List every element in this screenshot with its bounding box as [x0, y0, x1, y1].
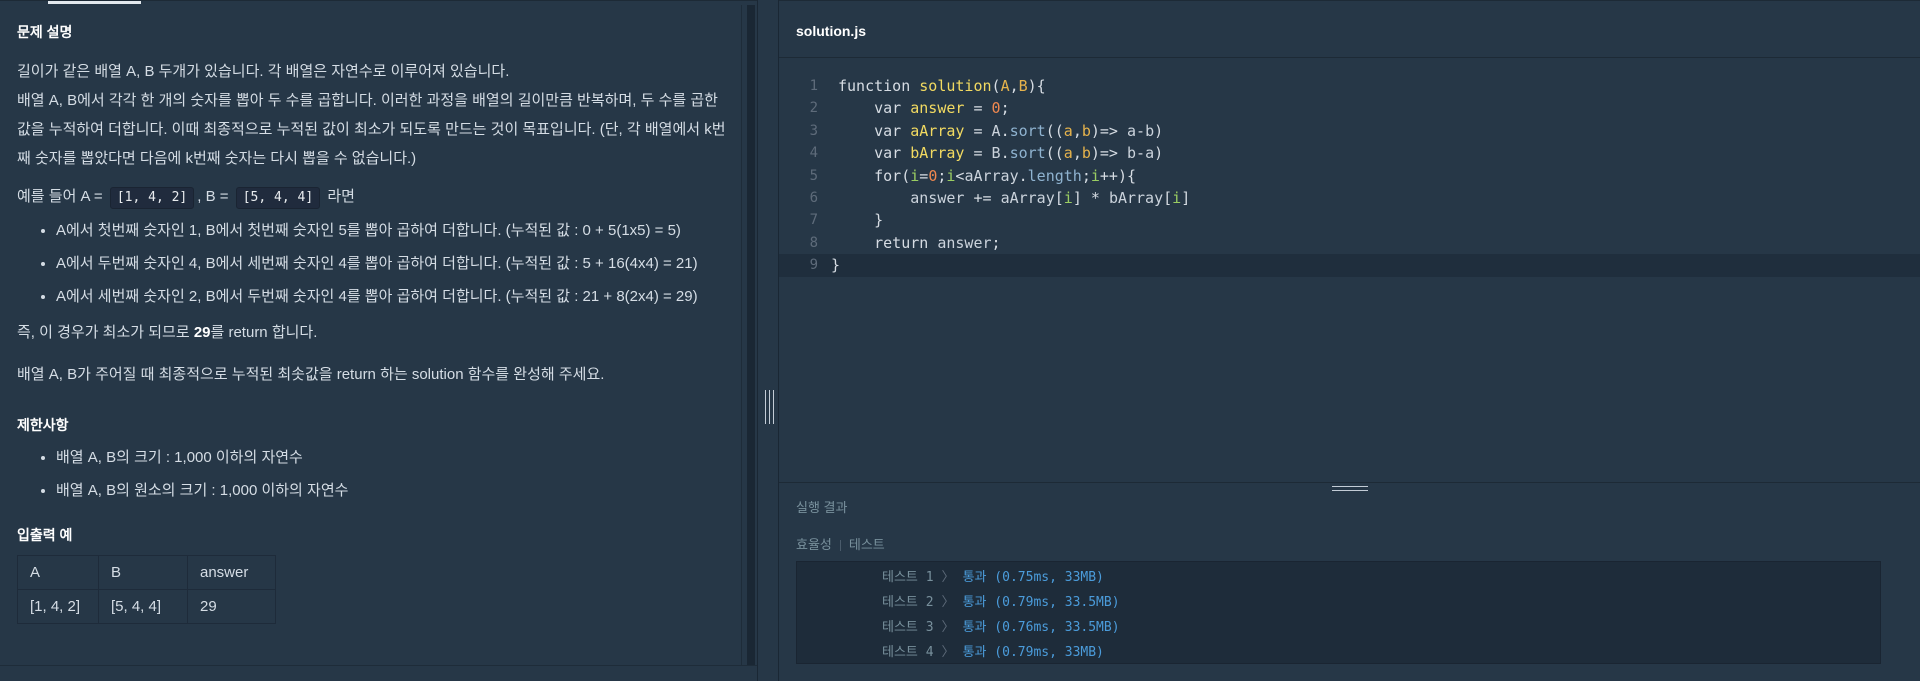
test-result-row: 테스트 1 〉 통과 (0.75ms, 33MB) [797, 565, 1880, 590]
test-name: 테스트 1 [882, 570, 934, 585]
conclusion-answer: 29 [193, 324, 211, 341]
example-prefix: 예를 들어 A = [17, 188, 107, 205]
code-line-active[interactable]: 9} [779, 254, 1920, 277]
example-middle: , B = [197, 188, 233, 205]
test-name: 테스트 2 [882, 595, 934, 610]
test-status: 통과 (0.79ms, 33.5MB) [962, 595, 1120, 610]
table-header-cell: B [98, 555, 188, 590]
task-paragraph: 배열 A, B가 주어질 때 최종적으로 누적된 최솟값을 return 하는 … [17, 366, 605, 383]
example-suffix: 라면 [323, 188, 355, 205]
constraints-list: 배열 A, B의 크기 : 1,000 이하의 자연수 배열 A, B의 원소의… [17, 445, 733, 504]
list-item: 배열 A, B의 크기 : 1,000 이하의 자연수 [56, 445, 733, 471]
example-line: 예를 들어 A = [1, 4, 2], B = [5, 4, 4] 라면 [17, 186, 733, 209]
line-number: 1 [809, 78, 818, 94]
code-text[interactable]: } [838, 209, 883, 231]
vertical-scrollbar-thumb[interactable] [747, 5, 755, 665]
file-header: solution.js [779, 0, 1920, 58]
table-row: [1, 4, 2] [5, 4, 4] 29 [17, 589, 276, 624]
test-name: 테스트 3 [882, 620, 934, 635]
file-name: solution.js [796, 23, 866, 39]
section-title-description: 문제 설명 [17, 24, 73, 40]
conclusion-suffix: 를 return 합니다. [210, 324, 318, 341]
problem-description-pane: 문제 설명 길이가 같은 배열 A, B 두개가 있습니다. 각 배열은 자연수… [0, 0, 757, 681]
active-tab-indicator [48, 1, 141, 4]
app-root: 문제 설명 길이가 같은 배열 A, B 두개가 있습니다. 각 배열은 자연수… [0, 0, 1920, 681]
code-line[interactable]: 3 var aArray = A.sort((a,b)=> a-b) [779, 120, 1920, 142]
code-line[interactable]: 8 return answer; [779, 232, 1920, 254]
test-status: 통과 (0.75ms, 33MB) [962, 570, 1104, 585]
code-line[interactable]: 4 var bArray = B.sort((a,b)=> b-a) [779, 142, 1920, 164]
table-header-cell: answer [187, 555, 276, 590]
tab-separator [839, 540, 841, 552]
conclusion-prefix: 즉, 이 경우가 최소가 되므로 [17, 324, 194, 341]
code-editor[interactable]: 1 function solution(A,B){ 2 var answer = … [779, 58, 1920, 482]
line-number: 9 [809, 257, 818, 274]
example-steps-list: A에서 첫번째 숫자인 1, B에서 첫번째 숫자인 5를 뽑아 곱하여 더합니… [17, 218, 733, 310]
code-line[interactable]: 6 answer += aArray[i] * bArray[i] [779, 187, 1920, 209]
code-line[interactable]: 2 var answer = 0; [779, 97, 1920, 119]
table-cell: [1, 4, 2] [17, 589, 99, 624]
code-line[interactable]: 5 for(i=0;i<aArray.length;i++){ [779, 165, 1920, 187]
section-title-constraints: 제한사항 [17, 417, 69, 433]
test-result-row: 테스트 4 〉 통과 (0.79ms, 33MB) [797, 640, 1880, 665]
code-text[interactable]: function solution(A,B){ [838, 75, 1046, 97]
pane-split-divider[interactable] [757, 0, 779, 681]
result-separator-icon: 〉 [941, 620, 955, 635]
list-item: A에서 세번째 숫자인 2, B에서 두번째 숫자인 4를 뽑아 곱하여 더합니… [56, 284, 733, 310]
table-header-row: A B answer [17, 555, 276, 590]
editor-pane: solution.js 1 function solution(A,B){ 2 v… [779, 0, 1920, 681]
test-results-box: 테스트 1 〉 통과 (0.75ms, 33MB) 테스트 2 〉 통과 (0.79ms… [796, 561, 1881, 664]
code-text[interactable]: } [831, 254, 840, 276]
line-number: 8 [809, 234, 818, 251]
line-number: 5 [809, 167, 818, 184]
problem-description-scroll[interactable]: 문제 설명 길이가 같은 배열 A, B 두개가 있습니다. 각 배열은 자연수… [0, 5, 757, 665]
line-number: 7 [809, 212, 818, 229]
result-separator-icon: 〉 [941, 595, 955, 610]
list-item: A에서 첫번째 숫자인 1, B에서 첫번째 숫자인 5를 뽑아 곱하여 더합니… [56, 218, 733, 244]
horizontal-scrollbar[interactable] [0, 665, 757, 681]
code-text[interactable]: return answer; [838, 232, 1000, 254]
test-status: 통과 (0.76ms, 33.5MB) [962, 620, 1120, 635]
code-line[interactable]: 7 } [779, 209, 1920, 231]
code-text[interactable]: var aArray = A.sort((a,b)=> a-b) [838, 120, 1163, 142]
code-text[interactable]: for(i=0;i<aArray.length;i++){ [838, 165, 1136, 187]
result-panel: 실행 결과 효율성 테스트 테스트 1 〉 통과 (0.75ms, 33MB) 테스트… [779, 492, 1920, 681]
result-separator-icon: 〉 [941, 570, 955, 585]
line-number: 4 [809, 145, 818, 162]
code-line[interactable]: 1 function solution(A,B){ [779, 75, 1920, 97]
code-text[interactable]: answer += aArray[i] * bArray[i] [838, 187, 1190, 209]
tab-test[interactable]: 테스트 [849, 537, 885, 552]
list-item: A에서 두번째 숫자인 4, B에서 세번째 숫자인 4를 뽑아 곱하여 더합니… [56, 251, 733, 277]
tab-efficiency[interactable]: 효율성 [796, 537, 832, 552]
result-tabs: 효율성 테스트 [796, 537, 885, 553]
section-title-io-examples: 입출력 예 [17, 527, 73, 543]
result-separator-icon: 〉 [941, 645, 955, 660]
test-name: 테스트 4 [882, 645, 934, 660]
line-number: 2 [809, 100, 818, 117]
description-paragraph: 배열 A, B에서 각각 한 개의 숫자를 뽑아 두 수를 곱합니다. 이러한 … [17, 92, 726, 167]
line-number: 6 [809, 189, 818, 206]
list-item: 배열 A, B의 원소의 크기 : 1,000 이하의 자연수 [56, 478, 733, 504]
table-cell: [5, 4, 4] [98, 589, 188, 624]
table-header-cell: A [17, 555, 99, 590]
code-text[interactable]: var answer = 0; [838, 97, 1009, 119]
io-examples-table: A B answer [1, 4, 2] [5, 4, 4] 29 [17, 555, 276, 624]
result-title: 실행 결과 [796, 500, 848, 515]
example-b-code: [5, 4, 4] [235, 187, 321, 209]
line-number: 3 [809, 122, 818, 139]
test-result-row: 테스트 3 〉 통과 (0.76ms, 33.5MB) [797, 615, 1880, 640]
test-status: 통과 (0.79ms, 33MB) [962, 645, 1104, 660]
table-cell: 29 [187, 589, 276, 624]
conclusion-paragraph: 즉, 이 경우가 최소가 되므로 29를 return 합니다. [17, 322, 733, 344]
description-paragraph: 길이가 같은 배열 A, B 두개가 있습니다. 각 배열은 자연수로 이루어져… [17, 63, 510, 80]
code-text[interactable]: var bArray = B.sort((a,b)=> b-a) [838, 142, 1163, 164]
example-a-code: [1, 4, 2] [109, 187, 195, 209]
split-drag-handle-icon[interactable] [765, 390, 774, 424]
test-result-row: 테스트 2 〉 통과 (0.79ms, 33.5MB) [797, 590, 1880, 615]
